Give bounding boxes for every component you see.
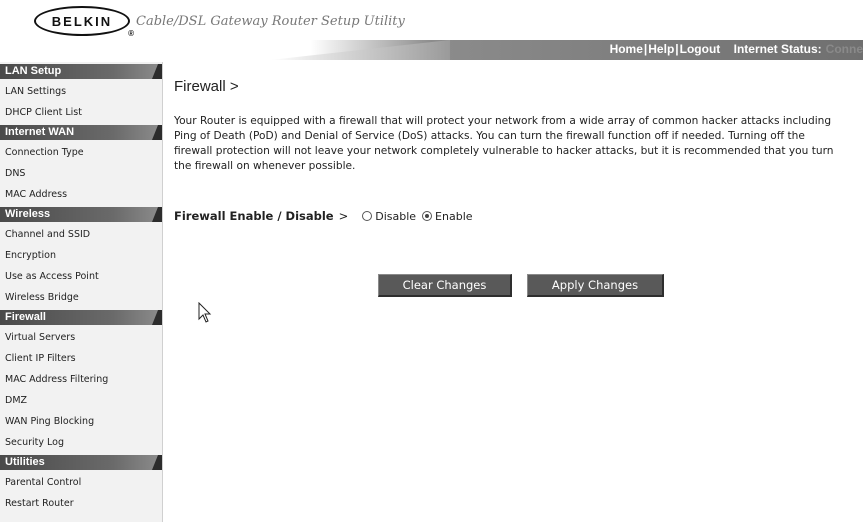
sidebar-item-use-as-access-point[interactable]: Use as Access Point [0, 266, 162, 287]
header-links: Home|Help|Logout Internet Status: Conne [610, 42, 863, 58]
enable-radio[interactable] [422, 211, 433, 221]
sidebar-item-restart-router[interactable]: Restart Router [0, 493, 162, 514]
page-title: Firewall > [174, 78, 239, 95]
sidebar-item-parental-control[interactable]: Parental Control [0, 472, 162, 493]
sidebar-item-dmz[interactable]: DMZ [0, 390, 162, 411]
clear-changes-button[interactable]: Clear Changes [378, 274, 512, 297]
sidebar-section-firewall[interactable]: Firewall [0, 310, 162, 325]
sidebar-item-wireless-bridge[interactable]: Wireless Bridge [0, 287, 162, 308]
sidebar: LAN Setup LAN Settings DHCP Client List … [0, 62, 163, 522]
logo-text: BELKIN [51, 13, 113, 29]
link-separator: | [675, 42, 679, 56]
logout-link[interactable]: Logout [680, 42, 721, 56]
header: BELKIN ® Cable/DSL Gateway Router Setup … [0, 0, 863, 62]
internet-status-value: Conne [825, 42, 863, 56]
sidebar-item-security-log[interactable]: Security Log [0, 432, 162, 453]
firewall-enable-label: Firewall Enable / Disable [174, 209, 334, 223]
sidebar-section-internet-wan[interactable]: Internet WAN [0, 125, 162, 140]
sidebar-item-wan-ping-blocking[interactable]: WAN Ping Blocking [0, 411, 162, 432]
app-title: Cable/DSL Gateway Router Setup Utility [136, 14, 405, 29]
link-separator: | [643, 42, 648, 56]
sidebar-item-mac-address[interactable]: MAC Address [0, 184, 162, 205]
disable-radio-label[interactable]: Disable [375, 210, 416, 223]
sidebar-section-utilities[interactable]: Utilities [0, 455, 162, 470]
enable-radio-label[interactable]: Enable [435, 210, 472, 223]
sidebar-item-mac-address-filtering[interactable]: MAC Address Filtering [0, 369, 162, 390]
sidebar-item-dhcp-client-list[interactable]: DHCP Client List [0, 102, 162, 123]
firewall-description: Your Router is equipped with a firewall … [174, 115, 834, 172]
sidebar-item-lan-settings[interactable]: LAN Settings [0, 81, 162, 102]
form-buttons: Clear Changes Apply Changes [378, 274, 664, 297]
sidebar-item-encryption[interactable]: Encryption [0, 245, 162, 266]
belkin-logo: BELKIN ® [34, 6, 134, 38]
apply-changes-button[interactable]: Apply Changes [527, 274, 664, 297]
firewall-toggle-row: Firewall Enable / Disable > Disable Enab… [174, 209, 479, 223]
firewall-disable-option[interactable]: Disable [362, 210, 422, 223]
help-link[interactable]: Help [648, 42, 674, 56]
sidebar-section-wireless[interactable]: Wireless [0, 207, 162, 222]
sidebar-item-virtual-servers[interactable]: Virtual Servers [0, 327, 162, 348]
sidebar-section-lan-setup[interactable]: LAN Setup [0, 64, 162, 79]
logo-registered-mark: ® [128, 29, 134, 38]
sidebar-item-connection-type[interactable]: Connection Type [0, 142, 162, 163]
mouse-pointer-icon [198, 301, 212, 328]
firewall-enable-option[interactable]: Enable [422, 210, 478, 223]
sidebar-item-dns[interactable]: DNS [0, 163, 162, 184]
internet-status-label: Internet Status: [733, 42, 822, 56]
sidebar-item-client-ip-filters[interactable]: Client IP Filters [0, 348, 162, 369]
firewall-label-arrow: > [338, 209, 349, 223]
home-link[interactable]: Home [610, 42, 643, 56]
disable-radio[interactable] [362, 211, 373, 221]
sidebar-item-channel-and-ssid[interactable]: Channel and SSID [0, 224, 162, 245]
